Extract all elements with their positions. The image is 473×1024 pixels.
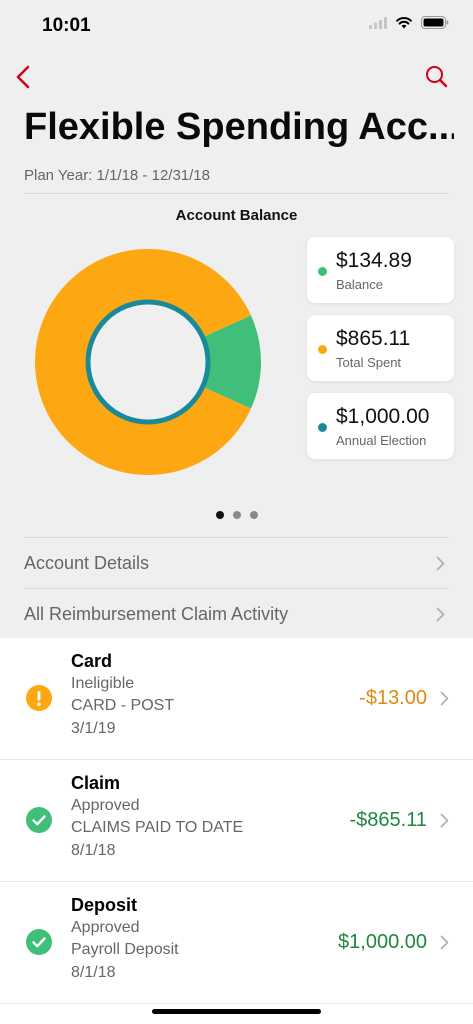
legend-amount-annual-election: $1,000.00 (336, 405, 430, 428)
transaction-description: CARD - POST (71, 697, 175, 714)
account-details-label: Account Details (24, 553, 150, 573)
transaction-description: Payroll Deposit (71, 941, 179, 958)
wifi-icon (396, 16, 412, 29)
legend-dot-balance (318, 267, 327, 276)
nav-bar (0, 55, 473, 99)
transaction-title: Deposit (71, 895, 138, 915)
search-button[interactable] (421, 61, 453, 93)
search-icon (426, 66, 448, 88)
transaction-row-deposit[interactable]: Deposit Approved Payroll Deposit 8/1/18 … (0, 882, 473, 1003)
transaction-amount: -$13.00 (359, 687, 427, 709)
chevron-right-icon (440, 691, 449, 706)
page-indicator[interactable] (0, 511, 473, 519)
donut-center-annual-election (85, 299, 211, 425)
chart-title: Account Balance (175, 207, 298, 224)
page-title: Flexible Spending Acc... (24, 106, 454, 148)
chevron-right-icon (436, 556, 445, 571)
chevron-left-icon (16, 65, 30, 89)
transaction-list: Card Ineligible CARD - POST 3/1/19 -$13.… (0, 638, 473, 1024)
legend-card-balance: $134.89 Balance (307, 237, 454, 303)
page-dot[interactable] (249, 511, 258, 519)
reimbursement-claim-activity-label: All Reimbursement Claim Activity (24, 604, 289, 624)
page-dot[interactable] (215, 511, 224, 519)
legend-dot-annual-election (318, 423, 327, 432)
transaction-row-claim[interactable]: Claim Approved CLAIMS PAID TO DATE 8/1/1… (0, 760, 473, 881)
transaction-title: Card (71, 651, 113, 671)
reimbursement-claim-activity-link[interactable]: All Reimbursement Claim Activity (24, 589, 449, 639)
legend-dot-total-spent (318, 345, 327, 354)
plan-year: Plan Year: 1/1/18 - 12/31/18 (24, 167, 210, 184)
transaction-status: Ineligible (71, 675, 135, 692)
legend-label-balance: Balance (336, 277, 383, 292)
chevron-right-icon (440, 935, 449, 950)
legend-amount-total-spent: $865.11 (336, 327, 411, 350)
legend-card-annual-election: $1,000.00 Annual Election (307, 393, 454, 459)
page-dot[interactable] (232, 511, 241, 519)
status-icons (369, 16, 449, 29)
transaction-date: 8/1/18 (71, 964, 116, 981)
transaction-date: 3/1/19 (71, 720, 116, 737)
transaction-amount: $1,000.00 (338, 931, 427, 953)
checkmark-icon (26, 807, 52, 833)
transaction-date: 8/1/18 (71, 842, 116, 859)
cellular-signal-icon (369, 16, 387, 29)
row-divider (0, 1003, 473, 1004)
account-balance-donut-chart (35, 249, 261, 476)
transaction-status: Approved (71, 797, 140, 814)
battery-icon (421, 16, 449, 29)
home-indicator (152, 1009, 321, 1014)
transaction-title: Claim (71, 773, 121, 793)
transaction-amount: -$865.11 (349, 809, 427, 831)
warning-icon (26, 685, 52, 711)
legend-label-annual-election: Annual Election (336, 433, 427, 448)
divider (24, 193, 449, 194)
chevron-right-icon (440, 813, 449, 828)
back-button[interactable] (10, 59, 40, 95)
legend-label-total-spent: Total Spent (336, 355, 402, 370)
account-details-link[interactable]: Account Details (24, 538, 449, 588)
legend-amount-balance: $134.89 (336, 249, 412, 272)
legend-card-total-spent: $865.11 Total Spent (307, 315, 454, 381)
status-bar: 10:01 (0, 0, 473, 48)
transaction-description: CLAIMS PAID TO DATE (71, 819, 244, 836)
checkmark-icon (26, 929, 52, 955)
transaction-row-card[interactable]: Card Ineligible CARD - POST 3/1/19 -$13.… (0, 638, 473, 759)
chevron-right-icon (436, 607, 445, 622)
transaction-status: Approved (71, 919, 140, 936)
status-time: 10:01 (42, 15, 91, 36)
